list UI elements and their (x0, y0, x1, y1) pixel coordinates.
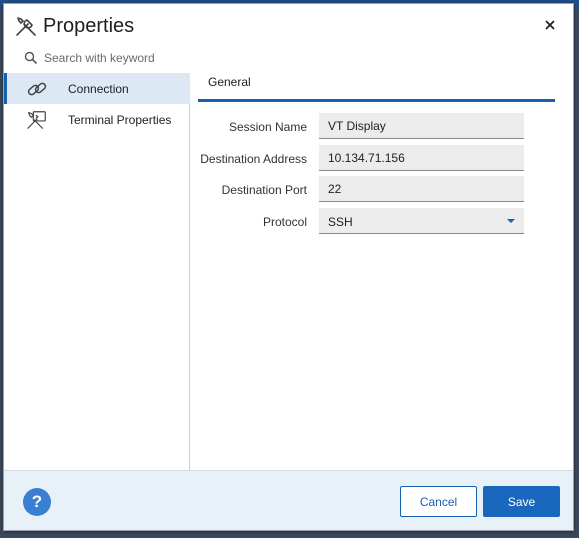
form-row-destination-address: Destination Address (198, 145, 555, 171)
protocol-select[interactable]: SSH (319, 208, 524, 234)
destination-port-field[interactable] (319, 176, 524, 202)
search-input[interactable] (44, 51, 274, 65)
link-icon (27, 82, 47, 96)
tab-general[interactable]: General (208, 75, 251, 89)
close-button[interactable] (541, 16, 559, 34)
tab-underline (198, 99, 555, 102)
sidebar-item-terminal-properties[interactable]: Terminal Properties (4, 104, 190, 135)
search-icon (24, 51, 38, 65)
sidebar: Connection Terminal Properties (4, 73, 190, 470)
help-button[interactable]: ? (23, 488, 51, 516)
dialog-title: Properties (43, 15, 135, 37)
form-row-destination-port: Destination Port (198, 176, 555, 202)
sidebar-item-label: Connection (68, 81, 129, 96)
destination-address-field[interactable] (319, 145, 524, 171)
protocol-label: Protocol (262, 215, 307, 229)
destination-address-label: Destination Address (200, 152, 307, 166)
form-row-protocol: Protocol SSH (198, 208, 555, 234)
sidebar-item-connection[interactable]: Connection (4, 73, 190, 104)
search-box (24, 48, 284, 68)
protocol-selected-value: SSH (328, 215, 353, 229)
form-row-session-name: Session Name (198, 113, 555, 139)
close-icon (545, 20, 555, 30)
cancel-button[interactable]: Cancel (400, 486, 477, 517)
terminal-tools-icon (27, 111, 46, 129)
destination-port-label: Destination Port (221, 183, 307, 197)
properties-dialog: Properties Connection (3, 3, 574, 531)
save-button[interactable]: Save (483, 486, 560, 517)
sidebar-item-label: Terminal Properties (68, 112, 172, 127)
help-icon: ? (31, 492, 43, 511)
chevron-down-icon (507, 219, 515, 223)
dialog-footer: ? Cancel Save (4, 470, 573, 530)
session-name-label: Session Name (228, 120, 307, 134)
dialog-titlebar: Properties (4, 4, 573, 46)
tools-icon (16, 17, 36, 36)
session-name-field[interactable] (319, 113, 524, 139)
